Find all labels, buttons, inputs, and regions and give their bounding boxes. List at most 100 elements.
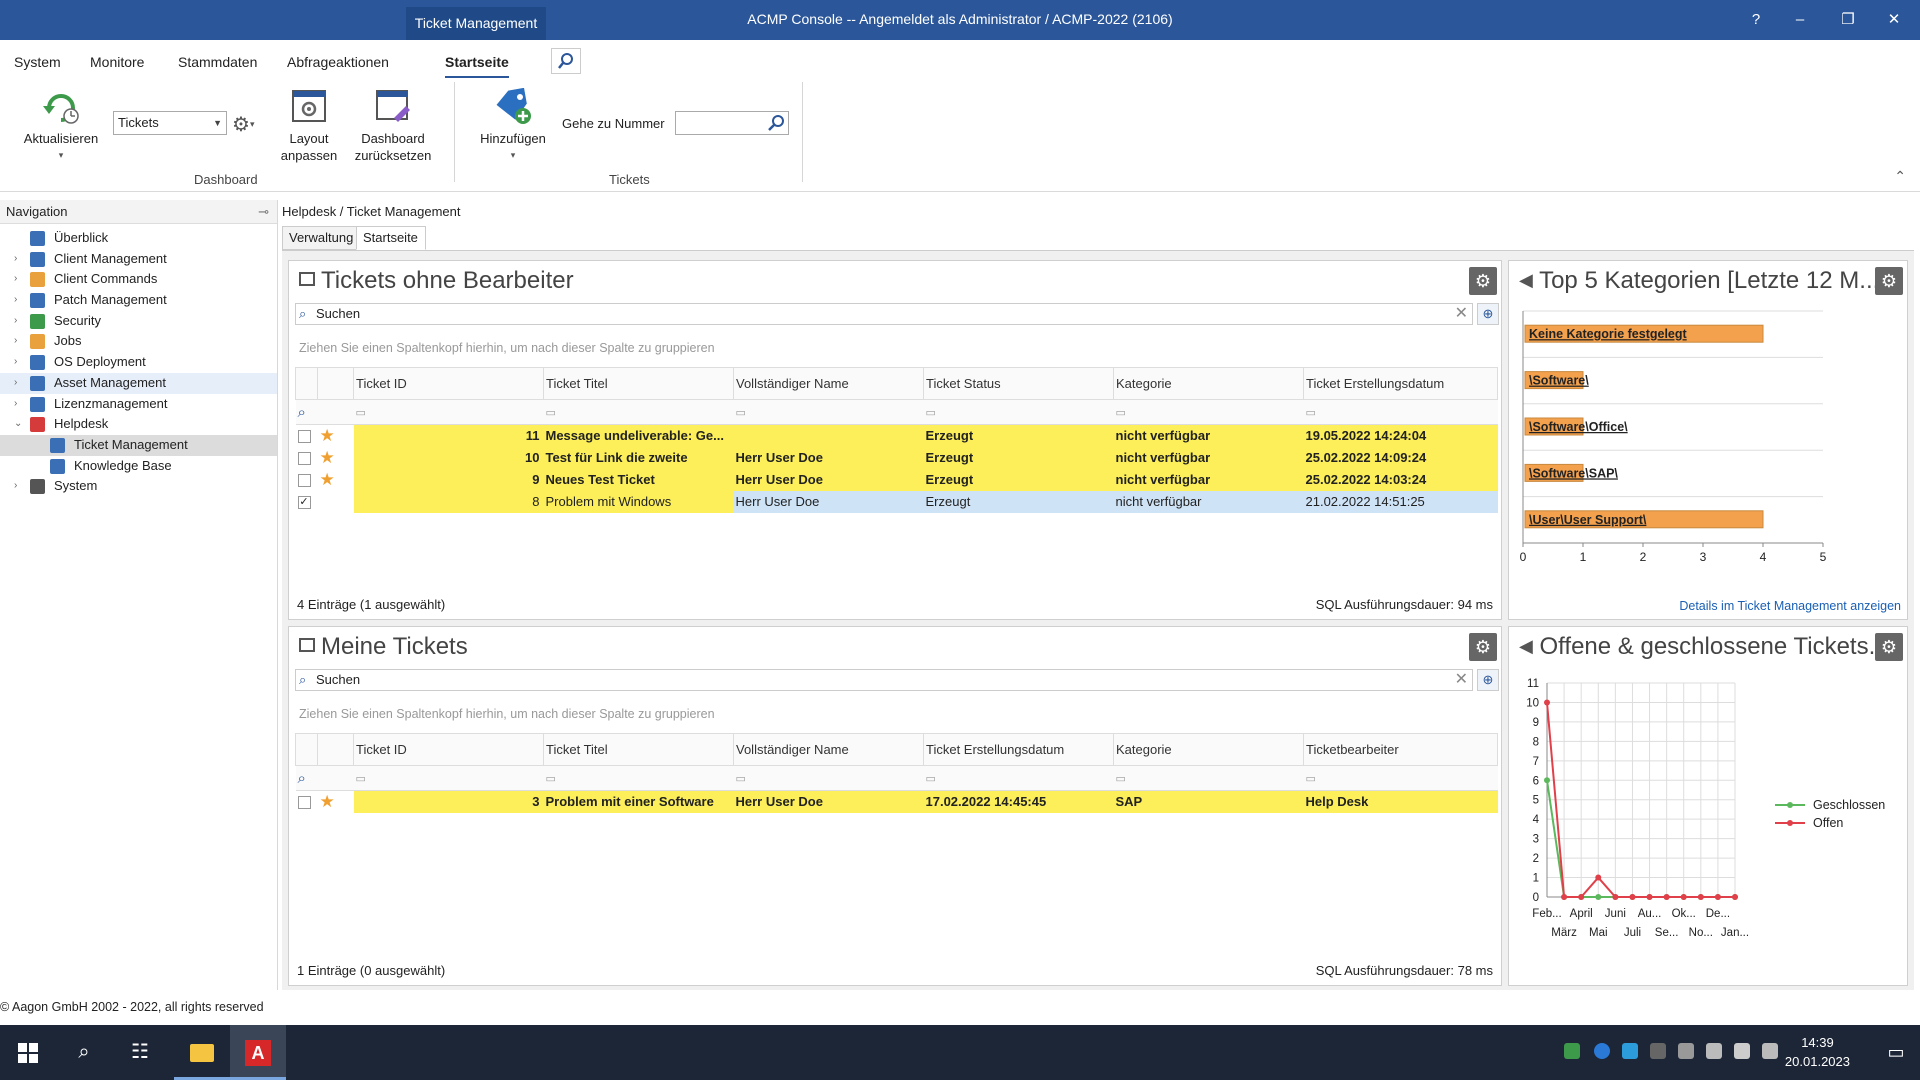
layout-button[interactable]: Layout anpassen [276,88,342,164]
minimize-button[interactable]: – [1782,6,1818,34]
row-checkbox[interactable] [296,425,318,447]
chevron-right-icon[interactable]: › [14,373,17,393]
filter-cell[interactable]: ▭ [733,399,924,425]
table-row[interactable]: ★ 11 Message undeliverable: Ge... Erzeugt ni… [296,424,1498,447]
table-row[interactable]: ★ 3 Problem mit einer Software Herr User Do… [296,790,1498,813]
chevron-right-icon[interactable]: › [14,476,17,496]
globe-search-button[interactable]: ⊕ [1477,669,1499,691]
column-header[interactable]: Vollständiger Name [733,367,924,400]
search-icon[interactable] [767,114,785,132]
bluetooth-icon[interactable] [1594,1043,1610,1059]
clear-icon[interactable]: ✕ [1455,304,1468,324]
row-checkbox[interactable]: ✓ [296,491,318,513]
chevron-right-icon[interactable]: › [14,249,17,269]
menu-tab-startseite[interactable]: Startseite [445,54,509,78]
row-checkbox[interactable] [296,791,318,813]
filter-cell[interactable] [317,765,354,791]
add-button[interactable]: Hinzufügen ▾ [470,88,556,164]
panel-settings-button[interactable]: ⚙ [1875,633,1903,661]
row-checkbox[interactable] [296,469,318,491]
sidebar-item-system[interactable]: › System [0,476,277,497]
row-checkbox[interactable] [296,447,318,469]
filter-cell[interactable]: ▭ [1113,399,1304,425]
star-icon[interactable]: ★ [320,792,335,811]
filter-cell[interactable]: ▭ [733,765,924,791]
restore-button[interactable]: ❐ [1830,6,1866,34]
filter-cell[interactable]: ▭ [543,765,734,791]
menu-tab-system[interactable]: System [14,54,61,70]
column-header[interactable]: Kategorie [1113,367,1304,400]
chevron-right-icon[interactable]: › [14,394,17,414]
clock[interactable]: 14:39 20.01.2023 [1785,1033,1850,1071]
gear-icon[interactable]: ⚙▾ [232,112,254,137]
search-input[interactable]: ⌕ Suchen ✕ [295,303,1473,325]
filter-cell[interactable]: ▭ [353,765,544,791]
menu-tab-monitore[interactable]: Monitore [90,54,144,70]
goto-number-input[interactable] [675,111,789,135]
checkbox[interactable] [297,796,311,810]
panel-settings-button[interactable]: ⚙ [1875,267,1903,295]
sidebar-item-client-management[interactable]: › Client Management [0,249,277,270]
filter-cell[interactable]: ▭ [1113,765,1304,791]
filter-search-icon[interactable]: ⌕ [295,765,318,791]
checkbox[interactable] [297,474,311,488]
column-header[interactable]: Ticket Erstellungsdatum [1303,367,1498,400]
column-header[interactable]: Ticket Titel [543,367,734,400]
star-icon[interactable]: ★ [320,470,335,489]
sidebar-item-überblick[interactable]: Überblick [0,228,277,249]
filter-cell[interactable]: ▭ [543,399,734,425]
pin-icon[interactable]: ⊸ [258,200,269,224]
ribbon-search-button[interactable] [551,48,581,74]
refresh-button[interactable]: Aktualisieren ▾ [18,88,104,164]
favorite-cell[interactable] [318,491,354,513]
close-button[interactable]: ✕ [1876,6,1912,34]
star-icon[interactable]: ★ [320,426,335,445]
filter-cell[interactable]: ▭ [923,765,1114,791]
collapse-ribbon-icon[interactable]: ⌃ [1894,168,1906,185]
task-view-button[interactable]: ☷ [112,1025,168,1080]
start-button[interactable] [0,1025,56,1080]
filter-cell[interactable]: ▭ [923,399,1114,425]
column-header[interactable]: Ticket ID [353,367,544,400]
favorite-cell[interactable]: ★ [318,469,354,491]
chevron-down-icon[interactable]: ⌄ [14,414,22,434]
star-icon[interactable]: ★ [320,448,335,467]
tab-verwaltung[interactable]: Verwaltung [282,226,358,250]
column-header[interactable]: Ticketbearbeiter [1303,733,1498,766]
details-link[interactable]: Details im Ticket Management anzeigen [1679,599,1901,613]
sidebar-item-lizenzmanagement[interactable]: › Lizenzmanagement [0,394,277,415]
table-row[interactable]: ★ 10 Test für Link die zweite Herr User Doe… [296,446,1498,469]
clear-icon[interactable]: ✕ [1455,670,1468,690]
panel-settings-button[interactable]: ⚙ [1469,633,1497,661]
column-header[interactable]: Ticket ID [353,733,544,766]
panel-settings-button[interactable]: ⚙ [1469,267,1497,295]
column-header[interactable]: Kategorie [1113,733,1304,766]
column-header[interactable]: Ticket Titel [543,733,734,766]
filter-cell[interactable] [317,399,354,425]
favorite-cell[interactable]: ★ [318,791,354,813]
tools-icon[interactable] [1650,1043,1666,1059]
filter-cell[interactable]: ▭ [1303,399,1498,425]
table-row[interactable]: ✓ 8 Problem mit Windows Herr User Doe Erzeug… [296,490,1498,513]
column-header[interactable]: Ticket Erstellungsdatum [923,733,1114,766]
puzzle-icon[interactable] [1564,1043,1580,1059]
filter-search-icon[interactable]: ⌕ [295,399,318,425]
checkbox[interactable]: ✓ [297,496,311,510]
sidebar-item-knowledge-base[interactable]: Knowledge Base [0,456,277,477]
reset-dashboard-button[interactable]: Dashboard zurücksetzen [350,88,436,164]
volume-muted-icon[interactable] [1762,1043,1778,1059]
sidebar-item-ticket-management[interactable]: Ticket Management [0,434,277,456]
chevron-right-icon[interactable]: › [14,269,17,289]
filter-cell[interactable]: ▭ [1303,765,1498,791]
menu-tab-abfrageaktionen[interactable]: Abfrageaktionen [287,54,389,70]
chevron-right-icon[interactable]: › [14,290,17,310]
checkbox[interactable] [297,430,311,444]
network-icon[interactable] [1734,1043,1750,1059]
sidebar-item-client-commands[interactable]: › Client Commands [0,269,277,290]
sidebar-item-security[interactable]: › Security [0,311,277,332]
sidebar-item-patch-management[interactable]: › Patch Management [0,290,277,311]
favorite-cell[interactable]: ★ [318,447,354,469]
help-button[interactable]: ? [1738,6,1774,34]
acmp-taskbar-button[interactable]: A [230,1025,286,1080]
filter-cell[interactable]: ▭ [353,399,544,425]
